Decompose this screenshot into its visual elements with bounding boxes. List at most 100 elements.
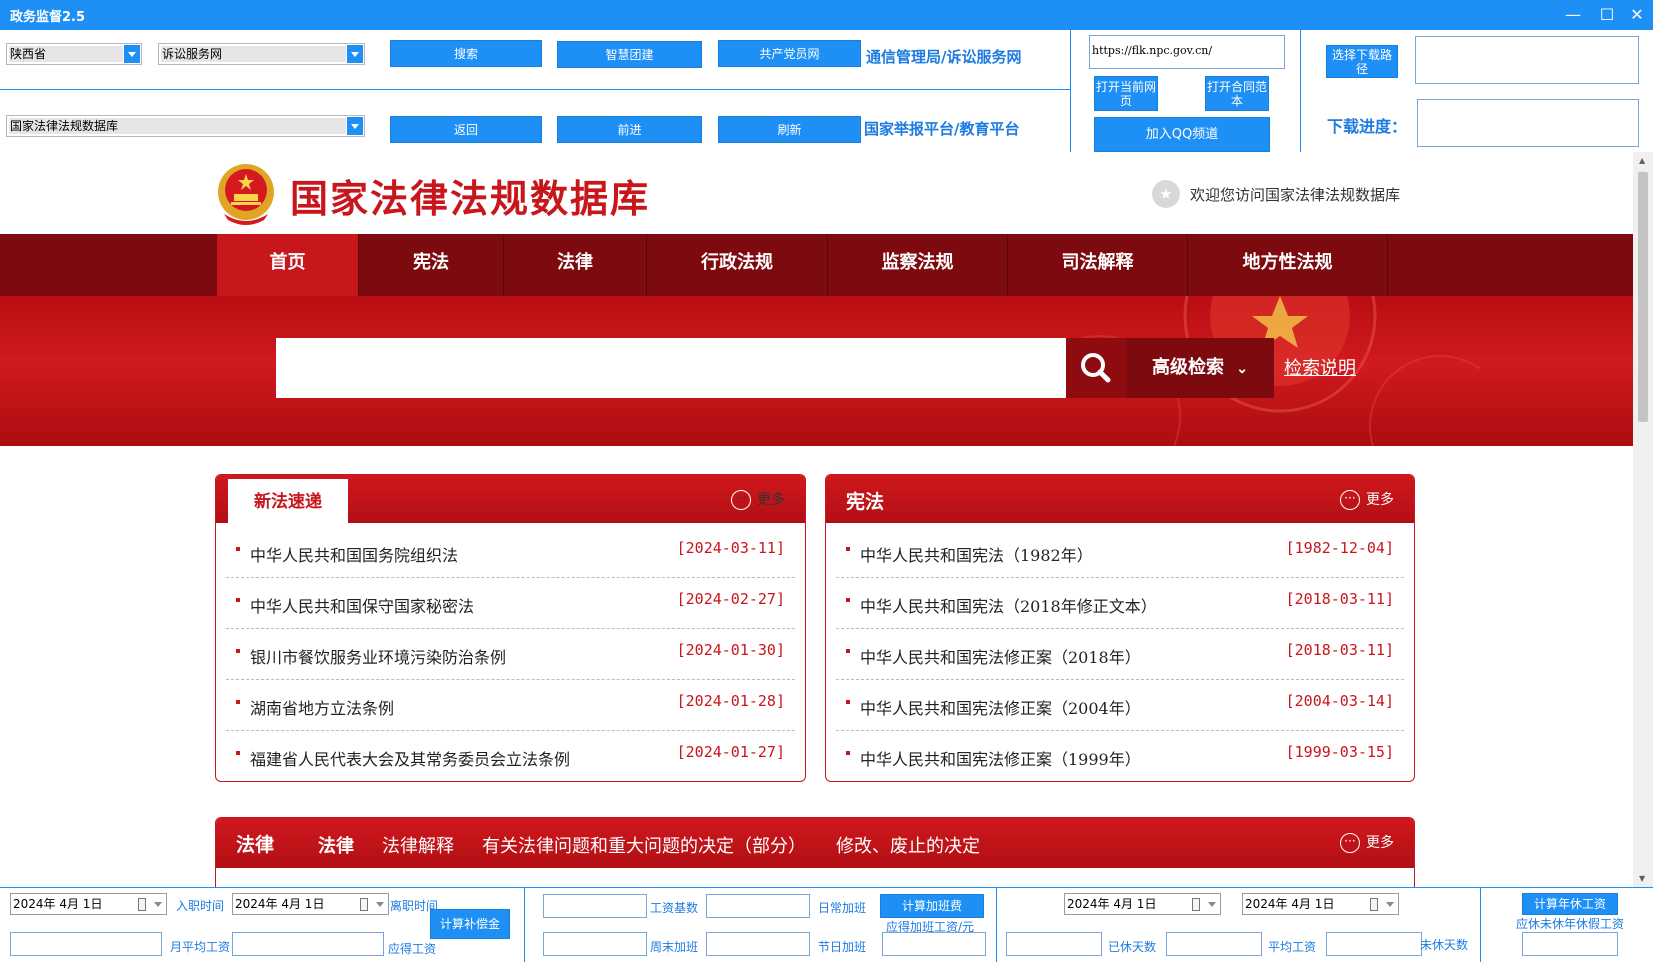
panel-title-law[interactable]: 法律 xyxy=(236,830,274,857)
url-input[interactable]: https://flk.npc.gov.cn/ xyxy=(1089,35,1285,69)
calc-overtime-button[interactable]: 计算加班费 xyxy=(880,894,984,918)
chevron-down-icon[interactable] xyxy=(376,902,384,907)
avg-wage-input[interactable] xyxy=(1166,932,1262,956)
due-overtime-input[interactable] xyxy=(882,932,986,956)
tab-law-interpretation[interactable]: 法律解释 xyxy=(382,832,454,858)
chevron-down-icon[interactable] xyxy=(154,902,162,907)
divider xyxy=(1480,888,1481,962)
site-nav: 首页 宪法 法律 行政法规 监察法规 司法解释 地方性法规 xyxy=(0,234,1633,296)
annual-leave-wage-input[interactable] xyxy=(1522,932,1618,956)
list-item[interactable]: 中华人民共和国国务院组织法 [2024-03-11] xyxy=(226,527,795,578)
item-date: [2018-03-11] xyxy=(1285,641,1394,659)
divider xyxy=(1070,30,1071,152)
chevron-down-icon[interactable] xyxy=(1208,902,1216,907)
join-qq-channel-button[interactable]: 加入QQ频道 xyxy=(1094,117,1270,152)
service-select[interactable]: 诉讼服务网 xyxy=(158,43,365,65)
nav-home[interactable]: 首页 xyxy=(217,234,359,296)
nav-supervision-regulations[interactable]: 监察法规 xyxy=(828,234,1008,296)
report-link[interactable]: 国家举报平台/教育平台 xyxy=(864,118,1019,139)
chevron-down-icon[interactable] xyxy=(347,45,363,63)
scroll-up-icon[interactable]: ▲ xyxy=(1639,156,1645,165)
nav-local-regulations[interactable]: 地方性法规 xyxy=(1188,234,1388,296)
list-item[interactable]: 中华人民共和国宪法（1982年） [1982-12-04] xyxy=(836,527,1404,578)
leave-end-date-picker[interactable]: 2024年 4月 1日 xyxy=(1242,893,1399,915)
list-item[interactable]: 中华人民共和国宪法（2018年修正文本） [2018-03-11] xyxy=(836,578,1404,629)
bullet xyxy=(846,751,850,755)
item-date: [2024-02-27] xyxy=(676,590,785,608)
wage-base-input[interactable] xyxy=(543,894,647,918)
panel-title-new-laws[interactable]: 新法速递 xyxy=(228,479,348,523)
law-search-input[interactable] xyxy=(276,338,1066,398)
item-title: 福建省人民代表大会及其常务委员会立法条例 xyxy=(250,750,571,769)
close-button[interactable]: ✕ xyxy=(1624,3,1650,27)
list-item[interactable]: 湖南省地方立法条例 [2024-01-28] xyxy=(226,680,795,731)
due-wage-input[interactable] xyxy=(232,932,384,956)
list-item[interactable]: 中华人民共和国宪法修正案（2004年） [2004-03-14] xyxy=(836,680,1404,731)
calc-annual-leave-wage-button[interactable]: 计算年休工资 xyxy=(1522,893,1618,915)
more-link[interactable]: ··· 更多 xyxy=(731,489,785,510)
search-button[interactable]: 搜索 xyxy=(390,40,542,67)
panel-title-constitution[interactable]: 宪法 xyxy=(846,487,884,514)
tab-amend-repeal[interactable]: 修改、废止的决定 xyxy=(836,832,980,858)
scroll-down-icon[interactable]: ▼ xyxy=(1639,874,1645,883)
party-member-button[interactable]: 共产党员网 xyxy=(718,40,861,67)
nav-constitution[interactable]: 宪法 xyxy=(359,234,504,296)
list-item[interactable]: 银川市餐饮服务业环境污染防治条例 [2024-01-30] xyxy=(226,629,795,680)
chevron-down-icon[interactable] xyxy=(1386,902,1394,907)
bullet xyxy=(846,547,850,551)
chevron-down-icon[interactable] xyxy=(347,117,363,135)
refresh-button[interactable]: 刷新 xyxy=(718,116,861,143)
search-help-link[interactable]: 检索说明 xyxy=(1284,354,1356,380)
more-link[interactable]: ··· 更多 xyxy=(1340,489,1394,510)
welcome-text: 欢迎您访问国家法律法规数据库 xyxy=(1190,186,1401,204)
calc-compensation-button[interactable]: 计算补偿金 xyxy=(430,909,510,939)
holiday-overtime-label: 节日加班 xyxy=(818,940,867,954)
smart-party-button[interactable]: 智慧团建 xyxy=(557,41,702,68)
choose-download-path-button[interactable]: 选择下载路径 xyxy=(1326,45,1398,78)
holiday-overtime-input[interactable] xyxy=(706,932,810,956)
back-button[interactable]: 返回 xyxy=(390,116,542,143)
minimize-button[interactable]: — xyxy=(1560,3,1586,27)
more-link[interactable]: ··· 更多 xyxy=(1340,832,1394,853)
list-item[interactable]: 中华人民共和国宪法修正案（1999年） [1999-03-15] xyxy=(836,731,1404,781)
divider xyxy=(0,89,1070,90)
calendar-icon xyxy=(1192,898,1200,911)
rested-days-input[interactable] xyxy=(1006,932,1102,956)
search-icon-button[interactable] xyxy=(1066,338,1126,398)
forward-button[interactable]: 前进 xyxy=(557,116,702,143)
province-select[interactable]: 陕西省 xyxy=(6,43,142,65)
unrested-days-input[interactable] xyxy=(1326,932,1422,956)
chevron-down-icon[interactable] xyxy=(124,45,140,63)
open-current-page-button[interactable]: 打开当前网页 xyxy=(1094,76,1158,111)
monthly-avg-wage-input[interactable] xyxy=(10,932,162,956)
nav-law[interactable]: 法律 xyxy=(504,234,647,296)
vertical-scrollbar[interactable]: ▲ ▼ xyxy=(1633,152,1653,887)
nav-administrative-regulations[interactable]: 行政法规 xyxy=(647,234,828,296)
site-header: 国家法律法规数据库 ★ 欢迎您访问国家法律法规数据库 xyxy=(0,152,1633,234)
advanced-search-button[interactable]: 高级检索 ⌄ xyxy=(1126,338,1274,398)
panel-header: 法律 法律 法律解释 有关法律问题和重大问题的决定（部分） 修改、废止的决定 ·… xyxy=(216,818,1414,868)
daily-overtime-input[interactable] xyxy=(706,894,810,918)
divider xyxy=(524,888,525,962)
leave-date-picker[interactable]: 2024年 4月 1日 xyxy=(232,893,389,915)
tab-law[interactable]: 法律 xyxy=(318,832,354,858)
database-select[interactable]: 国家法律法规数据库 xyxy=(6,115,365,137)
maximize-button[interactable]: ☐ xyxy=(1594,3,1620,27)
hire-date-picker[interactable]: 2024年 4月 1日 xyxy=(10,893,167,915)
telecom-link[interactable]: 通信管理局/诉讼服务网 xyxy=(866,46,1021,67)
list-item[interactable]: 中华人民共和国保守国家秘密法 [2024-02-27] xyxy=(226,578,795,629)
open-contract-template-button[interactable]: 打开合同范本 xyxy=(1205,76,1269,111)
list-item[interactable]: 福建省人民代表大会及其常务委员会立法条例 [2024-01-27] xyxy=(226,731,795,781)
item-title: 中华人民共和国宪法修正案（1999年） xyxy=(860,750,1141,769)
weekend-overtime-input[interactable] xyxy=(543,932,647,956)
service-select-value: 诉讼服务网 xyxy=(161,46,346,62)
leave-start-date-picker[interactable]: 2024年 4月 1日 xyxy=(1064,893,1221,915)
list-item[interactable]: 中华人民共和国宪法修正案（2018年） [2018-03-11] xyxy=(836,629,1404,680)
tab-decisions[interactable]: 有关法律问题和重大问题的决定（部分） xyxy=(482,832,806,858)
scrollbar-thumb[interactable] xyxy=(1638,172,1648,422)
bullet xyxy=(236,598,240,602)
more-label: 更多 xyxy=(1366,835,1394,851)
nav-judicial-interpretation[interactable]: 司法解释 xyxy=(1008,234,1188,296)
download-path-field[interactable] xyxy=(1415,36,1639,84)
item-date: [2024-01-28] xyxy=(676,692,785,710)
